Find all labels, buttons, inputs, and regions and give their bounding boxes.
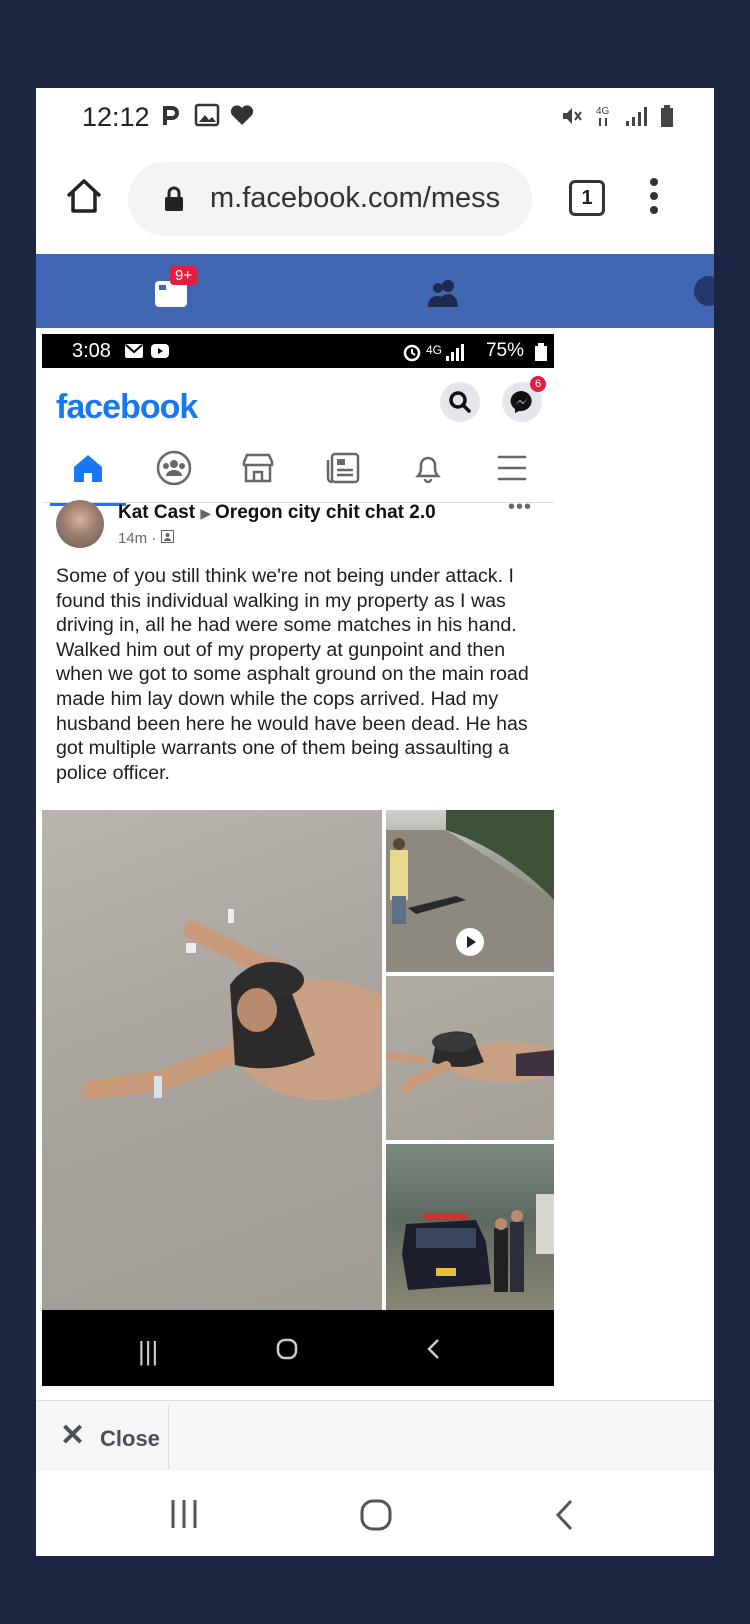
battery-icon [661, 105, 673, 127]
group-audience-icon [160, 530, 174, 543]
recents-icon[interactable]: ||| [138, 1336, 158, 1367]
messenger-badge: 6 [530, 376, 546, 392]
system-nav-bar [36, 1471, 714, 1556]
groups-icon [156, 450, 192, 486]
friends-icon[interactable] [426, 278, 462, 308]
tab-switcher-button[interactable]: 1 [569, 180, 605, 216]
tab-news[interactable] [324, 448, 364, 488]
fb-tab-bar [42, 432, 554, 506]
mute-icon [563, 108, 582, 124]
tab-marketplace[interactable] [238, 448, 278, 488]
close-label: Close [100, 1426, 160, 1451]
person-closeup-image [386, 1031, 554, 1093]
status-time: 12:12 [82, 102, 150, 132]
police-car-image [402, 1194, 554, 1292]
back-icon[interactable] [554, 1499, 574, 1531]
fb-header: facebook 6 [42, 368, 554, 432]
ss-status-time: 3:08 [72, 340, 111, 362]
svg-text:4G: 4G [426, 343, 442, 357]
back-icon[interactable] [426, 1338, 440, 1360]
recents-icon[interactable] [170, 1499, 198, 1529]
lock-icon [165, 186, 183, 211]
arrow-right-icon: ▶ [200, 505, 216, 521]
post-photo-grid [42, 810, 554, 1310]
ss-nav-bar: ||| [42, 1310, 554, 1386]
close-icon: ✕ [60, 1419, 86, 1452]
post-group[interactable]: Oregon city chit chat 2.0 [215, 502, 436, 523]
search-icon [449, 391, 471, 413]
gallery-icon [194, 103, 220, 127]
marketplace-icon [242, 453, 274, 483]
heart-icon [230, 105, 254, 125]
play-icon[interactable] [456, 928, 484, 956]
tab-groups[interactable] [154, 448, 194, 488]
facebook-logo: facebook [56, 388, 198, 426]
url-text[interactable]: m.facebook.com/mess [210, 182, 520, 215]
mail-icon [125, 344, 143, 358]
youtube-icon [151, 344, 169, 358]
messenger-button[interactable]: 6 [502, 376, 546, 422]
post-more-button[interactable]: ••• [508, 496, 532, 519]
alarm-icon [403, 344, 421, 362]
post-header: Kat Cast ▶ Oregon city chit chat 2.0 14m… [42, 496, 554, 562]
messages-badge: 9+ [170, 266, 198, 285]
home-icon[interactable] [62, 174, 106, 218]
avatar[interactable] [56, 500, 104, 548]
svg-text:4G: 4G [596, 106, 610, 117]
ss-status-bar: 3:08 75% 4G [42, 334, 554, 368]
embedded-screenshot: 3:08 75% 4G facebook 6 Kat Cast ▶ Oregon… [42, 334, 554, 1406]
photo-video[interactable] [386, 810, 554, 972]
tab-notifications[interactable] [408, 448, 448, 488]
messenger-edge-icon[interactable] [694, 276, 714, 306]
close-button[interactable]: ✕ Close [40, 1405, 169, 1469]
home-circle-icon[interactable] [360, 1499, 392, 1531]
parler-icon [163, 106, 179, 125]
search-button[interactable] [440, 382, 480, 422]
tab-menu[interactable] [492, 448, 532, 488]
photo-closeup[interactable] [386, 976, 554, 1140]
photo-main[interactable] [42, 810, 382, 1310]
bell-icon [414, 456, 442, 484]
ss-signal-icon: 4G [426, 343, 464, 361]
signal-icon [626, 107, 647, 126]
browser-toolbar: m.facebook.com/mess 1 [36, 148, 714, 254]
news-icon [326, 452, 360, 484]
browser-menu-button[interactable] [650, 178, 658, 220]
home-circle-icon[interactable] [276, 1338, 298, 1360]
close-bar: ✕ Close [36, 1400, 714, 1472]
person-lying-image [82, 909, 382, 1100]
phone-screen: 12:12 4G m.facebook.com/mess 1 9+ 3:08 7… [36, 88, 714, 1556]
home-icon [74, 455, 102, 482]
fb-top-nav: 9+ [36, 254, 714, 328]
photo-police[interactable] [386, 1144, 554, 1310]
address-bar[interactable]: m.facebook.com/mess [128, 162, 532, 236]
post-time: 14m [118, 530, 148, 547]
lte-icon: 4G [596, 106, 610, 126]
post-author[interactable]: Kat Cast [118, 502, 195, 523]
menu-icon [498, 455, 526, 481]
ss-battery-percent: 75% [485, 340, 524, 361]
post-text: Some of you still think we're not being … [56, 565, 529, 784]
ss-battery-icon [535, 343, 547, 361]
tab-home[interactable] [50, 448, 126, 506]
status-bar: 12:12 4G [36, 88, 714, 148]
